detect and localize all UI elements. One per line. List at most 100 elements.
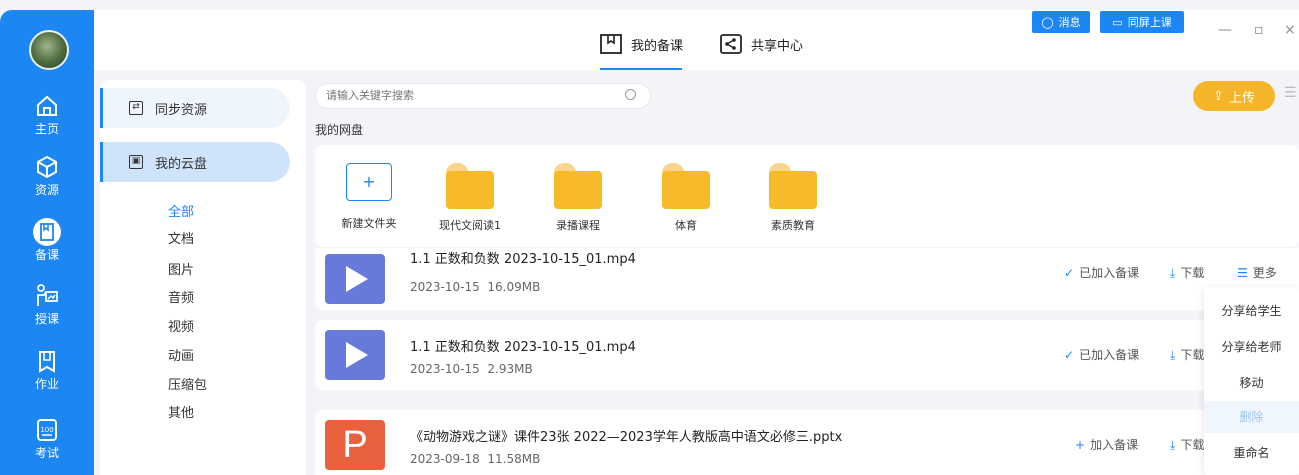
download-icon: ⤓ — [1170, 438, 1176, 452]
cube-icon — [37, 155, 57, 179]
message-label: 消息 — [1058, 16, 1081, 29]
category-archive[interactable]: 压缩包 — [168, 374, 207, 393]
category-all[interactable]: 全部 — [168, 201, 194, 220]
tab-share-center[interactable]: 共享中心 — [720, 34, 803, 54]
message-button[interactable]: ◯ 消息 — [1032, 11, 1090, 33]
more-dropdown-menu: 分享给学生 分享给老师 移动 删除 重命名 — [1204, 287, 1299, 475]
svg-text:100: 100 — [40, 426, 53, 434]
nav-teach[interactable]: 授课 — [0, 282, 94, 338]
more-button[interactable]: ☰ 更多 — [1237, 264, 1277, 281]
resource-sidebar: ⇄ 同步资源 ▣ 我的云盘 全部 文档 图片 音频 视频 动画 压缩包 其他 — [100, 80, 306, 475]
file-meta: 2023-10-15 2.93MB — [410, 362, 533, 376]
folder-item[interactable]: 素质教育 — [753, 163, 833, 233]
nav-lesson-label: 备课 — [34, 248, 59, 262]
category-audio[interactable]: 音频 — [168, 287, 194, 306]
folder-icon — [662, 163, 710, 209]
added-to-lesson-button[interactable]: ✓ 已加入备课 — [1064, 346, 1139, 363]
video-thumbnail — [325, 254, 385, 304]
folder-name: 录播课程 — [556, 219, 600, 232]
tab-my-lesson-label: 我的备课 — [631, 38, 684, 54]
new-folder-button[interactable]: + 新建文件夹 — [329, 163, 409, 231]
download-icon: ⤓ — [1170, 266, 1176, 280]
screen-class-button[interactable]: ▭ 同屏上课 — [1100, 11, 1184, 33]
upload-button[interactable]: ⇪ 上传 — [1193, 81, 1275, 111]
file-row[interactable]: P 《动物游戏之谜》课件23张 2022—2023学年人教版高中语文必修三.pp… — [315, 410, 1299, 475]
homework-icon — [39, 351, 55, 373]
book-icon — [33, 218, 61, 246]
folder-icon — [554, 163, 602, 209]
search-icon[interactable] — [625, 89, 636, 100]
menu-delete[interactable]: 删除 — [1204, 401, 1299, 433]
add-to-lesson-label: 加入备课 — [1090, 438, 1139, 452]
home-icon — [37, 95, 57, 116]
menu-rename[interactable]: 重命名 — [1204, 437, 1299, 469]
top-bar: 我的备课 共享中心 ◯ 消息 ▭ 同屏上课 — ▫ × — [94, 10, 1299, 70]
nav-resource[interactable]: 资源 — [0, 153, 94, 209]
folder-item[interactable]: 现代文阅读1 — [430, 163, 510, 233]
category-animation[interactable]: 动画 — [168, 345, 194, 364]
more-label: 更多 — [1252, 266, 1277, 280]
more-icon: ☰ — [1237, 266, 1248, 280]
play-icon — [346, 342, 368, 368]
sidebar-item-sync-label: 同步资源 — [155, 102, 208, 118]
file-name: 《动物游戏之谜》课件23张 2022—2023学年人教版高中语文必修三.pptx — [410, 430, 843, 445]
folder-item[interactable]: 录播课程 — [538, 163, 618, 233]
download-button[interactable]: ⤓ 下载 — [1170, 264, 1204, 281]
added-to-lesson-button[interactable]: ✓ 已加入备课 — [1064, 264, 1139, 281]
category-docs[interactable]: 文档 — [168, 228, 194, 247]
nav-teach-label: 授课 — [34, 312, 59, 326]
category-other[interactable]: 其他 — [168, 402, 194, 421]
nav-lesson[interactable]: 备课 — [0, 218, 94, 274]
folder-item[interactable]: 体育 — [646, 163, 726, 233]
search-box[interactable] — [315, 83, 651, 109]
search-input[interactable] — [326, 89, 616, 102]
file-size: 16.09MB — [487, 280, 541, 294]
chat-icon: ◯ — [1041, 15, 1054, 29]
file-size: 11.58MB — [487, 452, 541, 466]
tab-active-indicator — [600, 68, 682, 70]
teach-icon — [37, 284, 58, 306]
sidebar-item-sync[interactable]: ⇄ 同步资源 — [100, 88, 290, 128]
upload-icon: ⇪ — [1213, 88, 1224, 104]
ppt-icon: P — [342, 423, 368, 466]
download-button[interactable]: ⤓ 下载 — [1170, 436, 1204, 453]
menu-share-teacher[interactable]: 分享给老师 — [1204, 331, 1299, 363]
nav-exam-label: 考试 — [34, 446, 59, 460]
minimize-icon[interactable]: — — [1218, 22, 1232, 38]
nav-exam[interactable]: 100 考试 — [0, 416, 94, 472]
screen-class-label: 同屏上课 — [1127, 16, 1172, 29]
play-icon — [346, 266, 368, 292]
file-date: 2023-10-15 — [410, 362, 480, 376]
file-meta: 2023-09-18 11.58MB — [410, 452, 540, 466]
file-row[interactable]: 1.1 正数和负数 2023-10-15_01.mp4 2023-10-15 1… — [315, 248, 1299, 310]
ppt-thumbnail: P — [325, 420, 385, 470]
nav-homework[interactable]: 作业 — [0, 347, 94, 403]
category-images[interactable]: 图片 — [168, 259, 194, 278]
sidebar-item-cloud[interactable]: ▣ 我的云盘 — [100, 142, 290, 182]
check-icon: ✓ — [1064, 348, 1075, 362]
folder-name: 现代文阅读1 — [439, 219, 501, 232]
maximize-icon[interactable]: ▫ — [1254, 22, 1264, 38]
plus-icon: + — [1075, 438, 1086, 452]
screen-icon: ▭ — [1112, 15, 1123, 29]
avatar[interactable] — [29, 30, 69, 70]
added-to-lesson-label: 已加入备课 — [1079, 266, 1140, 280]
menu-move[interactable]: 移动 — [1204, 367, 1299, 399]
add-to-lesson-button[interactable]: + 加入备课 — [1075, 436, 1138, 453]
cloud-disk-icon: ▣ — [129, 155, 143, 169]
share-icon — [720, 34, 742, 54]
folder-name: 新建文件夹 — [341, 217, 397, 230]
tab-share-center-label: 共享中心 — [751, 38, 804, 54]
folder-icon — [446, 163, 494, 209]
breadcrumb: 我的网盘 — [315, 123, 364, 137]
download-button[interactable]: ⤓ 下载 — [1170, 346, 1204, 363]
menu-share-student[interactable]: 分享给学生 — [1204, 295, 1299, 327]
list-view-icon[interactable]: ☰ — [1284, 85, 1297, 101]
file-row[interactable]: 1.1 正数和负数 2023-10-15_01.mp4 2023-10-15 2… — [315, 320, 1299, 390]
added-to-lesson-label: 已加入备课 — [1079, 348, 1140, 362]
nav-home[interactable]: 主页 — [0, 92, 94, 148]
book-icon — [600, 34, 622, 54]
close-icon[interactable]: × — [1284, 22, 1296, 38]
tab-my-lesson[interactable]: 我的备课 — [600, 34, 683, 54]
category-video[interactable]: 视频 — [168, 316, 194, 335]
